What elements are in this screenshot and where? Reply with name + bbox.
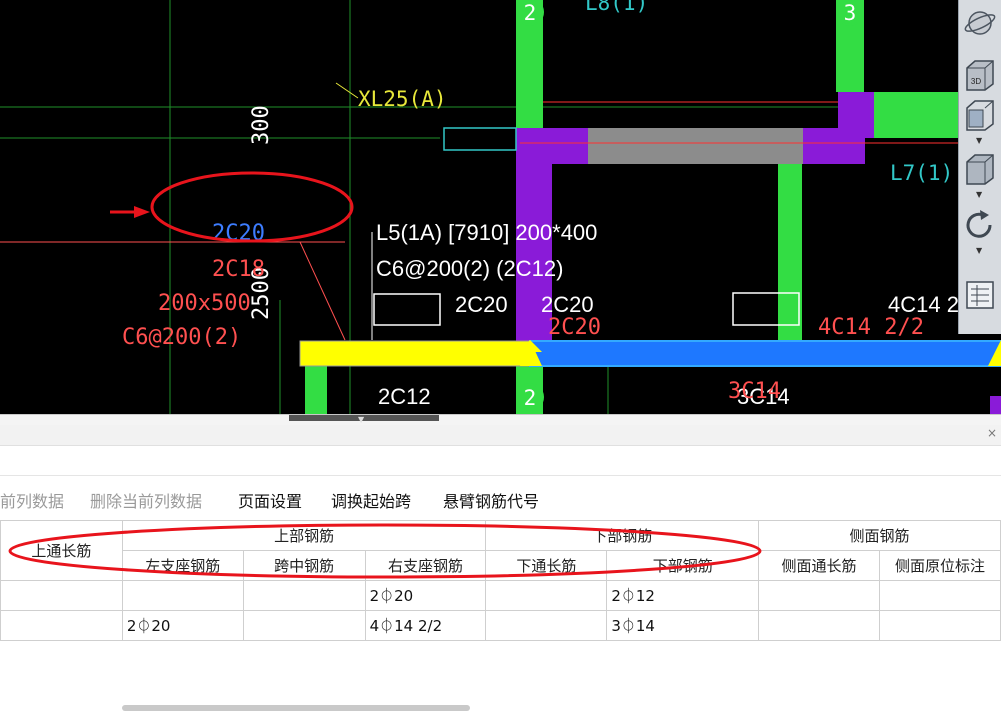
table-row: 2⏀20 2⏀12 <box>0 580 1001 611</box>
table-cell[interactable] <box>0 610 123 641</box>
l5-line1: L5(1A) [7910] 200*400 <box>376 220 597 245</box>
layer-table-icon[interactable] <box>963 278 997 312</box>
bottom-rebar-text: 2C18 <box>212 257 265 282</box>
column-purple <box>838 92 874 138</box>
table-cell[interactable]: 2⏀20 <box>121 610 244 641</box>
stirrup-text: C6@200(2) <box>122 325 241 350</box>
rotate-icon[interactable] <box>963 208 997 242</box>
table-cell[interactable] <box>758 610 880 641</box>
table-cell[interactable] <box>758 580 880 611</box>
axis-label: 2 <box>524 386 537 410</box>
group-header-side-rebar: 侧面钢筋 <box>758 520 1001 551</box>
rebar-label-red: 2C20 <box>548 315 601 340</box>
table-cell[interactable] <box>485 580 608 611</box>
chevron-down-icon[interactable]: ▼ <box>976 190 982 199</box>
axis-label: 2 <box>524 1 537 25</box>
group-header-lower-rebar: 下部钢筋 <box>485 520 760 551</box>
beam-rebar-panel: × 前列数据 删除当前列数据 页面设置 调换起始跨 悬臂钢筋代号 上通长筋 上部… <box>0 425 1001 711</box>
table-cell[interactable]: 2⏀12 <box>606 580 760 611</box>
col-header-side-note[interactable]: 侧面原位标注 <box>878 550 1001 581</box>
table-cell[interactable] <box>242 580 366 611</box>
toolbar-item-delete-current-column-data[interactable]: 删除当前列数据 <box>90 488 202 512</box>
svg-text:3D: 3D <box>971 77 981 86</box>
table-cell[interactable] <box>0 580 123 611</box>
input-box-outline <box>373 293 441 326</box>
rebar-label-red: 4C14 2/2 <box>818 315 924 340</box>
column-purple <box>516 128 588 164</box>
leader-line <box>335 82 359 99</box>
col-header-mid-span[interactable]: 跨中钢筋 <box>242 550 366 581</box>
rebar-label: 2C20 <box>455 292 508 317</box>
panel-header <box>0 425 1001 446</box>
toolbar-item-cantilever-rebar-code[interactable]: 悬臂钢筋代号 <box>443 488 539 512</box>
beam-blue <box>529 340 1001 367</box>
cad-drawing: 2 3 2 L8(1) XL25(A) L7(1) 300 2500 2C20 … <box>0 0 1001 414</box>
column-green <box>305 365 327 414</box>
rebar-table: 上通长筋 上部钢筋 下部钢筋 侧面钢筋 左支座钢筋 跨中钢筋 右支座钢筋 下通长… <box>0 520 1001 641</box>
chevron-down-icon[interactable]: ▼ <box>976 246 982 255</box>
col-header-right-support[interactable]: 右支座钢筋 <box>364 550 487 581</box>
table-cell[interactable] <box>878 610 1001 641</box>
rebar-label: 2C20 <box>541 292 594 317</box>
wireframe-cube-icon[interactable] <box>963 98 997 132</box>
rebar-label-red: 3C14 <box>728 379 781 404</box>
l5-line2: C6@200(2) (2C12) <box>376 256 563 281</box>
leader-line <box>299 241 346 341</box>
beam-gray <box>588 128 803 164</box>
table-cell[interactable] <box>242 610 366 641</box>
beam-tag: L7(1) <box>890 161 953 185</box>
beam-tag: XL25(A) <box>358 87 447 111</box>
close-icon[interactable]: × <box>987 426 997 440</box>
rebar-label: 2C12 <box>378 384 431 409</box>
beam-tag: L8(1) <box>585 0 648 15</box>
table-cell[interactable] <box>878 580 1001 611</box>
col-header-bottom-through[interactable]: 下通长筋 <box>485 550 608 581</box>
cad-drawing-canvas[interactable]: 2 3 2 L8(1) XL25(A) L7(1) 300 2500 2C20 … <box>0 0 1001 414</box>
arrow-head-icon <box>134 206 150 218</box>
toolbar-item-delete-column-data[interactable]: 前列数据 <box>0 488 64 512</box>
dimension-text: 300 <box>249 105 274 145</box>
solid-cube-icon[interactable] <box>963 152 997 186</box>
col-header-left-support[interactable]: 左支座钢筋 <box>121 550 244 581</box>
col-header-top-through[interactable]: 上通长筋 <box>0 520 123 581</box>
table-cell[interactable] <box>485 610 608 641</box>
chevron-down-icon[interactable]: ▼ <box>976 136 982 145</box>
table-cell[interactable]: 3⏀14 <box>606 610 760 641</box>
chevron-down-icon: ▼ <box>358 415 365 424</box>
horizontal-scrollbar[interactable] <box>122 705 470 711</box>
table-cell[interactable] <box>121 580 244 611</box>
col-header-bottom-rebar[interactable]: 下部钢筋 <box>606 550 760 581</box>
col-header-side-through[interactable]: 侧面通长筋 <box>758 550 880 581</box>
view-toolbar: 3D ▼ ▼ ▼ <box>958 0 1001 334</box>
beam-outline-teal <box>443 127 517 151</box>
toolbar-item-swap-start-span[interactable]: 调换起始跨 <box>331 488 411 512</box>
axis-label: 3 <box>844 1 857 25</box>
section-text: 200x500 <box>158 291 251 316</box>
orbit-icon[interactable] <box>963 6 997 40</box>
panel-toolbar: 前列数据 删除当前列数据 页面设置 调换起始跨 悬臂钢筋代号 <box>0 475 1001 524</box>
table-cell[interactable]: 2⏀20 <box>364 580 487 611</box>
column-purple <box>516 164 552 344</box>
beam-green <box>864 92 958 138</box>
table-row: 2⏀20 4⏀14 2/2 3⏀14 <box>0 610 1001 641</box>
group-header-upper-rebar: 上部钢筋 <box>121 520 487 551</box>
3d-view-icon[interactable]: 3D <box>963 58 997 92</box>
toolbar-item-page-setup[interactable]: 页面设置 <box>238 488 302 512</box>
beam-yellow-selected <box>299 340 531 367</box>
column-purple <box>990 396 1001 414</box>
table-cell[interactable]: 4⏀14 2/2 <box>364 610 487 641</box>
